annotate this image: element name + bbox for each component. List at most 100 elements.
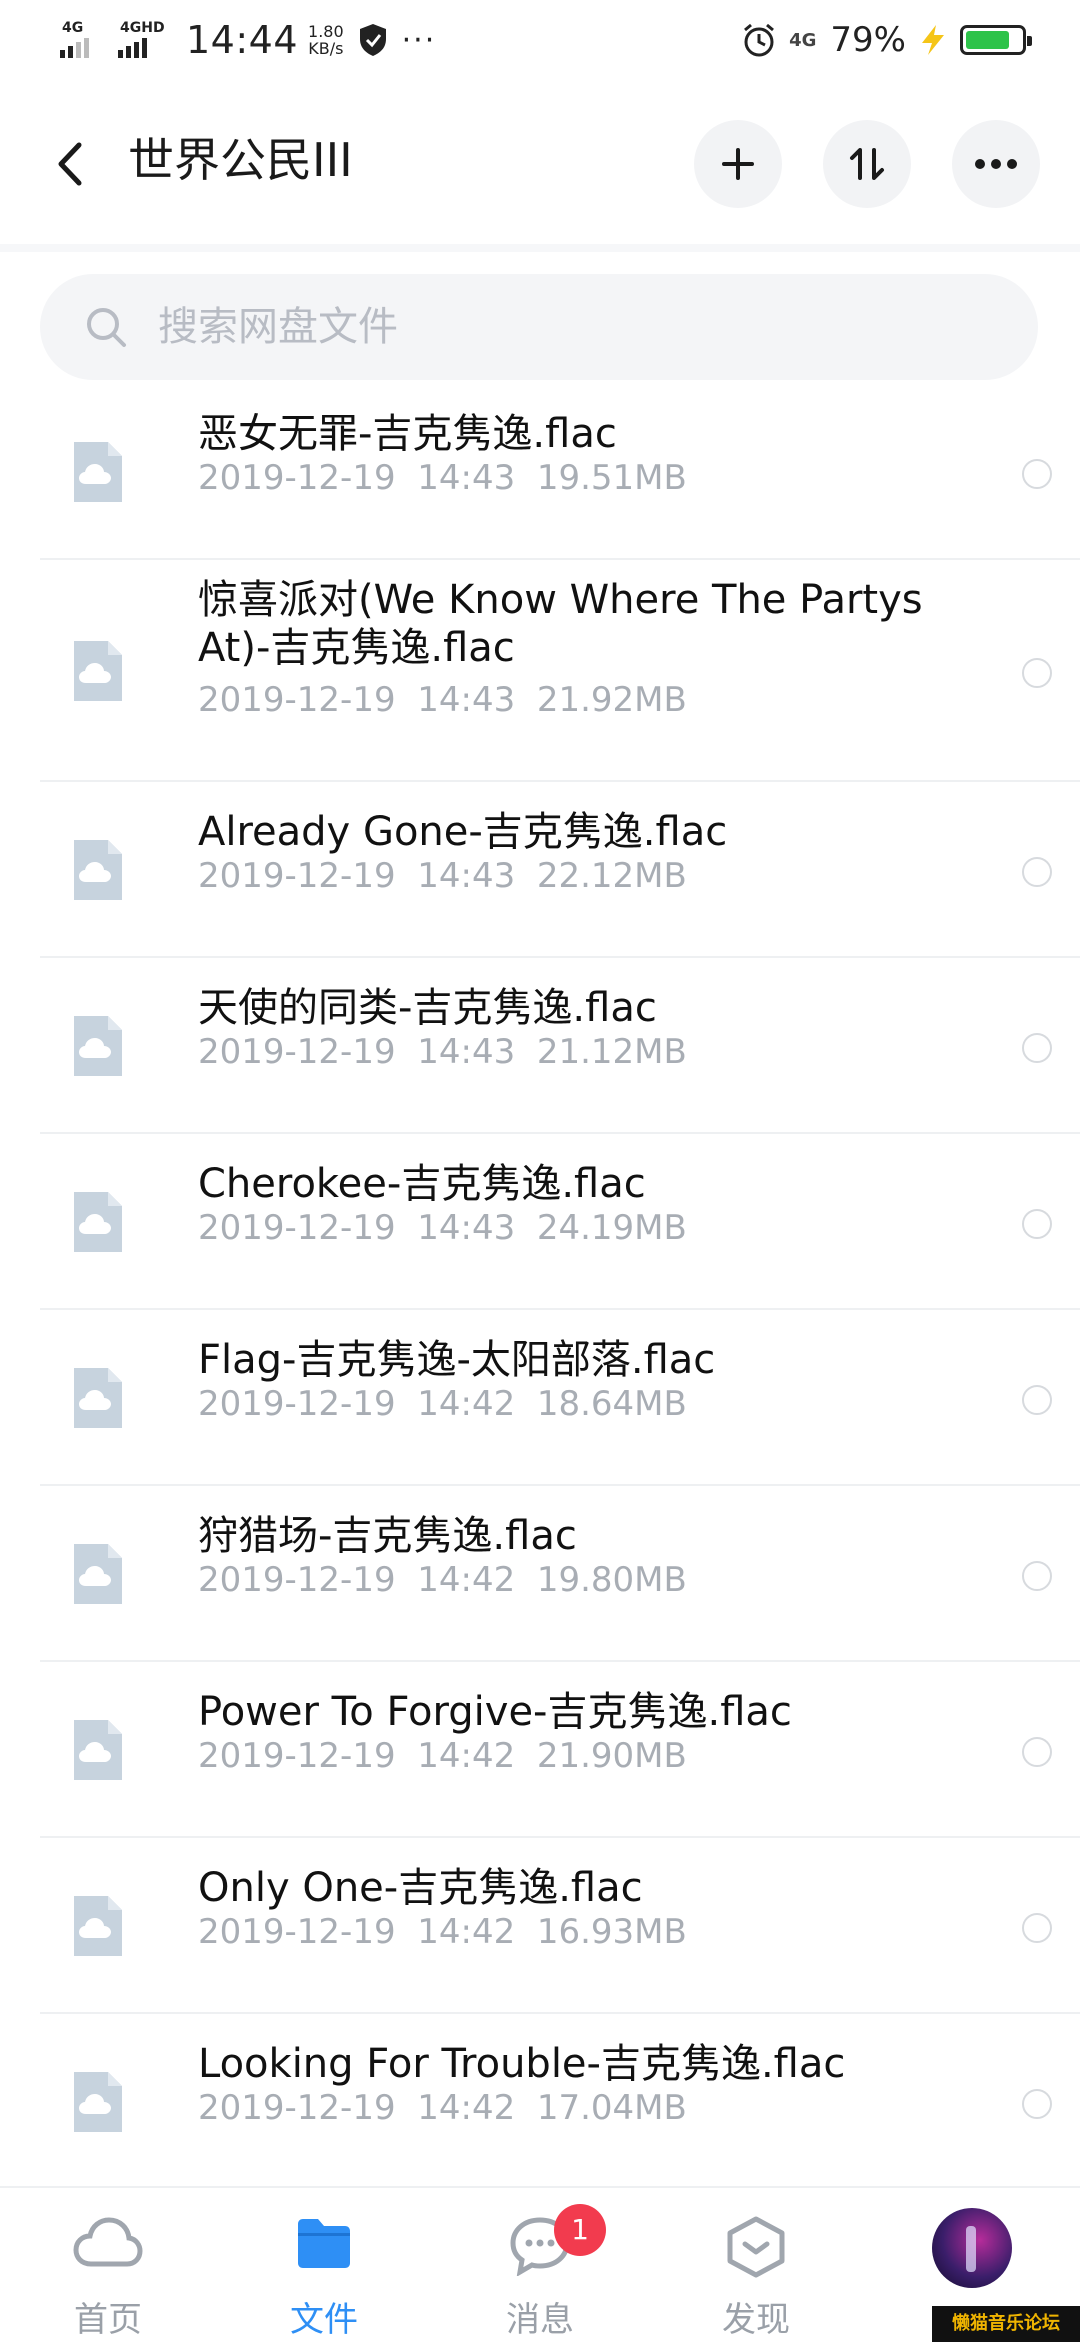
file-name: Looking For Trouble-吉克隽逸.flac — [198, 2041, 846, 2087]
file-date: 2019-12-19 — [198, 1032, 396, 1072]
audio-file-icon — [74, 1896, 122, 1956]
file-meta: 2019-12-19 14:43 24.19MB — [198, 1208, 687, 1248]
file-time: 14:43 — [417, 1032, 516, 1072]
file-meta: 2019-12-19 14:42 16.93MB — [198, 1912, 687, 1952]
more-status-icon: ··· — [401, 22, 437, 58]
nav-discover[interactable]: 发现 — [676, 2188, 836, 2342]
file-row[interactable]: 恶女无罪-吉克隽逸.flac 2019-12-19 14:43 19.51MB — [40, 384, 1080, 560]
select-checkbox[interactable] — [1022, 857, 1052, 887]
file-row[interactable]: Cherokee-吉克隽逸.flac 2019-12-19 14:43 24.19… — [40, 1134, 1080, 1310]
file-time: 14:42 — [417, 2088, 516, 2128]
nav-home-label: 首页 — [74, 2300, 142, 2340]
file-meta: 2019-12-19 14:42 17.04MB — [198, 2088, 687, 2128]
audio-file-icon — [74, 1544, 122, 1604]
file-time: 14:42 — [417, 1736, 516, 1776]
select-checkbox[interactable] — [1022, 1913, 1052, 1943]
file-time: 14:43 — [417, 680, 516, 720]
file-name: Already Gone-吉克隽逸.flac — [198, 809, 728, 855]
file-name: 狩猎场-吉克隽逸.flac — [198, 1513, 577, 1559]
file-size: 24.19MB — [536, 1208, 687, 1248]
file-size: 16.93MB — [536, 1912, 687, 1952]
file-size: 18.64MB — [536, 1384, 687, 1424]
file-time: 14:43 — [417, 458, 516, 498]
file-date: 2019-12-19 — [198, 1736, 396, 1776]
signal-icon-sim2: 4GHD — [118, 20, 168, 60]
file-list: 恶女无罪-吉克隽逸.flac 2019-12-19 14:43 19.51MB 惊喜… — [0, 384, 1080, 2190]
message-badge: 1 — [554, 2204, 606, 2256]
more-icon — [975, 159, 1017, 169]
file-name: Power To Forgive-吉克隽逸.flac — [198, 1689, 792, 1735]
avatar[interactable] — [932, 2208, 1012, 2288]
file-name: 恶女无罪-吉克隽逸.flac — [198, 411, 617, 457]
select-checkbox[interactable] — [1022, 1561, 1052, 1591]
file-row[interactable]: Only One-吉克隽逸.flac 2019-12-19 14:42 16.93… — [40, 1838, 1080, 2014]
file-time: 14:43 — [417, 856, 516, 896]
audio-file-icon — [74, 641, 122, 701]
file-meta: 2019-12-19 14:43 21.12MB — [198, 1032, 687, 1072]
search-bar[interactable] — [40, 274, 1038, 380]
speed-value: 1.80 — [308, 22, 344, 41]
sort-icon — [850, 148, 884, 180]
nav-home[interactable]: 首页 — [28, 2188, 188, 2342]
speed-unit: KB/s — [308, 39, 344, 58]
audio-file-icon — [74, 1720, 122, 1780]
network-speed: 1.80 KB/s — [308, 23, 344, 57]
file-date: 2019-12-19 — [198, 458, 396, 498]
select-checkbox[interactable] — [1022, 658, 1052, 688]
search-icon — [87, 308, 126, 347]
page-title: 世界公民III — [128, 133, 353, 187]
file-row[interactable]: Looking For Trouble-吉克隽逸.flac 2019-12-19 … — [40, 2014, 1080, 2190]
audio-file-icon — [74, 442, 122, 502]
file-time: 14:42 — [417, 1560, 516, 1600]
more-button[interactable] — [952, 120, 1040, 208]
audio-file-icon — [74, 1192, 122, 1252]
file-row[interactable]: 惊喜派对(We Know Where The Partys At)-吉克隽逸.f… — [40, 560, 1080, 782]
clock: 14:44 — [186, 18, 299, 62]
add-button[interactable] — [694, 120, 782, 208]
shield-icon — [359, 24, 386, 56]
file-row[interactable]: Flag-吉克隽逸-太阳部落.flac 2019-12-19 14:42 18.6… — [40, 1310, 1080, 1486]
file-size: 19.51MB — [536, 458, 687, 498]
sim1-label: 4G — [62, 20, 84, 36]
nav-messages[interactable]: 1 消息 — [460, 2188, 620, 2342]
sort-button[interactable] — [823, 120, 911, 208]
file-row[interactable]: 天使的同类-吉克隽逸.flac 2019-12-19 14:43 21.12MB — [40, 958, 1080, 1134]
file-row[interactable]: 狩猎场-吉克隽逸.flac 2019-12-19 14:42 19.80MB — [40, 1486, 1080, 1662]
select-checkbox[interactable] — [1022, 1737, 1052, 1767]
folder-icon — [298, 2219, 350, 2268]
battery-icon — [960, 25, 1032, 55]
nav-messages-label: 消息 — [506, 2300, 574, 2340]
file-time: 14:42 — [417, 1384, 516, 1424]
file-time: 14:42 — [417, 1912, 516, 1952]
file-name: 天使的同类-吉克隽逸.flac — [198, 985, 657, 1031]
file-size: 21.92MB — [536, 680, 687, 720]
status-bar: 4G 4GHD 14:44 1.80 KB/s ··· 4G 79% — [0, 0, 1080, 84]
bottom-nav: 首页 文件 1 消息 发现 懒猫音乐论坛 — [0, 2186, 1080, 2342]
file-meta: 2019-12-19 14:43 21.92MB — [198, 680, 687, 720]
header: 世界公民III — [0, 84, 1080, 252]
signal-icon-sim1: 4G — [60, 20, 104, 60]
select-checkbox[interactable] — [1022, 1033, 1052, 1063]
file-row[interactable]: Already Gone-吉克隽逸.flac 2019-12-19 14:43 2… — [40, 782, 1080, 958]
select-checkbox[interactable] — [1022, 459, 1052, 489]
file-date: 2019-12-19 — [198, 1384, 396, 1424]
plus-icon — [722, 148, 754, 180]
file-date: 2019-12-19 — [198, 1912, 396, 1952]
file-meta: 2019-12-19 14:42 19.80MB — [198, 1560, 687, 1600]
back-button[interactable] — [40, 134, 100, 194]
sim2-label: 4GHD — [120, 20, 165, 36]
file-row[interactable]: Power To Forgive-吉克隽逸.flac 2019-12-19 14:… — [40, 1662, 1080, 1838]
nav-files[interactable]: 文件 — [244, 2188, 404, 2342]
select-checkbox[interactable] — [1022, 2089, 1052, 2119]
battery-percent: 79% — [830, 20, 906, 60]
file-name: Flag-吉克隽逸-太阳部落.flac — [198, 1337, 716, 1383]
file-name: 惊喜派对(We Know Where The Partys At)-吉克隽逸.f… — [198, 577, 923, 671]
file-size: 19.80MB — [536, 1560, 687, 1600]
audio-file-icon — [74, 2072, 122, 2132]
select-checkbox[interactable] — [1022, 1209, 1052, 1239]
select-checkbox[interactable] — [1022, 1385, 1052, 1415]
watermark: 懒猫音乐论坛 — [932, 2306, 1080, 2342]
file-date: 2019-12-19 — [198, 680, 396, 720]
search-input[interactable] — [156, 303, 960, 351]
file-meta: 2019-12-19 14:43 22.12MB — [198, 856, 687, 896]
